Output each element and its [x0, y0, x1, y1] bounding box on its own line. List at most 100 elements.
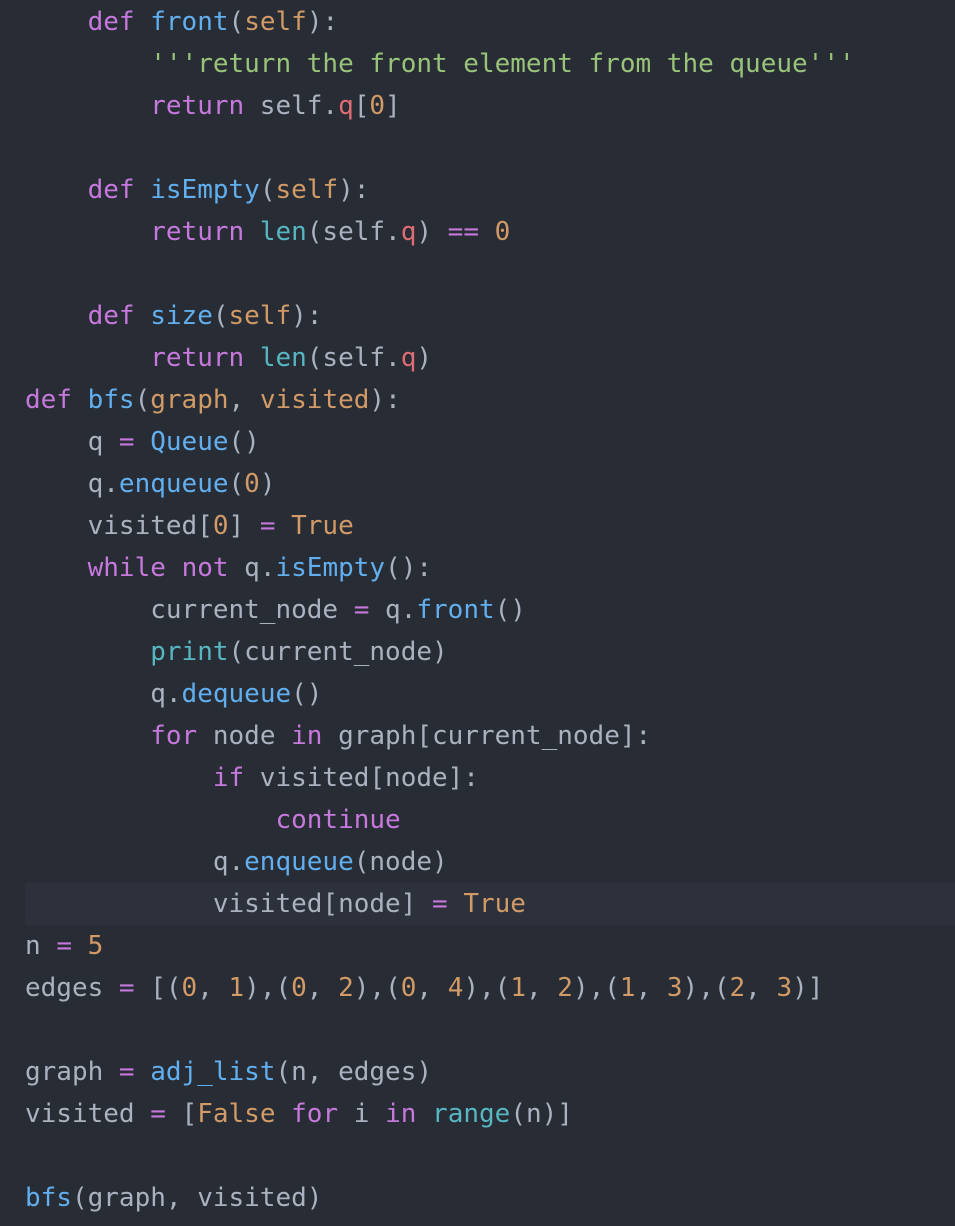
code-line[interactable]: return self.q[0] — [0, 85, 955, 127]
token-plain: i — [338, 1099, 386, 1129]
code-editor[interactable]: def front(self): '''return the front ele… — [0, 0, 955, 1226]
token-keyword: def — [25, 385, 72, 415]
code-line[interactable]: '''return the front element from the que… — [0, 43, 955, 85]
token-plain: [( — [134, 973, 182, 1003]
code-line[interactable]: q.dequeue() — [0, 673, 955, 715]
token-keyword: def — [87, 301, 135, 331]
token-keyword: continue — [275, 805, 401, 835]
token-function: Queue — [150, 427, 229, 457]
token-plain: (self. — [306, 217, 401, 247]
token-function: front — [150, 7, 229, 37]
token-plain: , — [306, 973, 339, 1003]
token-operator: = — [353, 595, 370, 625]
code-line[interactable]: n = 5 — [0, 925, 955, 967]
token-plain: [ — [165, 1099, 198, 1129]
token-operator: = — [56, 931, 72, 961]
code-line[interactable]: if visited[node]: — [0, 757, 955, 799]
code-line[interactable]: def front(self): — [0, 1, 955, 43]
token-plain: , — [197, 973, 229, 1003]
token-function: adj_list — [150, 1057, 276, 1087]
token-plain: ( — [228, 7, 245, 37]
token-number: 0 — [244, 469, 260, 499]
code-line[interactable]: while not q.isEmpty(): — [0, 547, 955, 589]
token-keyword: while — [87, 553, 166, 583]
token-plain: ),( — [244, 973, 292, 1003]
token-keyword: def — [87, 7, 135, 37]
code-line[interactable] — [0, 253, 955, 295]
token-plain: ): — [291, 301, 323, 331]
token-plain: visited — [25, 1099, 151, 1129]
code-line[interactable]: continue — [0, 799, 955, 841]
token-parameter: graph — [150, 385, 229, 415]
token-number: 2 — [557, 973, 573, 1003]
code-line-active[interactable]: visited[node] = True — [25, 883, 955, 925]
token-keyword: if — [212, 763, 245, 793]
token-plain: , — [745, 973, 777, 1003]
token-plain: (n)] — [510, 1099, 573, 1129]
token-operator: = — [118, 427, 135, 457]
code-line[interactable] — [0, 1009, 955, 1051]
code-line[interactable]: print(current_node) — [0, 631, 955, 673]
code-line[interactable]: visited[0] = True — [0, 505, 955, 547]
code-line[interactable] — [0, 127, 955, 169]
token-plain: , — [416, 973, 448, 1003]
token-number: 3 — [666, 973, 683, 1003]
code-line[interactable]: def isEmpty(self): — [0, 169, 955, 211]
token-plain: (node) — [353, 847, 448, 877]
code-line-list[interactable]: def front(self): '''return the front ele… — [0, 0, 955, 1219]
token-function: bfs — [25, 1183, 72, 1213]
code-line[interactable]: visited = [False for i in range(n)] — [0, 1093, 955, 1135]
code-line[interactable]: q = Queue() — [0, 421, 955, 463]
token-plain: () — [291, 679, 323, 709]
token-plain: () — [228, 427, 260, 457]
token-operator: = — [432, 889, 448, 919]
code-line[interactable]: bfs(graph, visited) — [0, 1177, 955, 1219]
token-keyword: for — [291, 1099, 339, 1129]
code-line[interactable]: graph = adj_list(n, edges) — [0, 1051, 955, 1093]
token-plain: ),( — [463, 973, 511, 1003]
token-constant: False — [197, 1099, 276, 1129]
code-line[interactable]: return len(self.q) == 0 — [0, 211, 955, 253]
code-line[interactable]: return len(self.q) — [0, 337, 955, 379]
token-plain: (self. — [306, 343, 401, 373]
token-function: isEmpty — [275, 553, 386, 583]
token-attribute: q — [338, 91, 354, 121]
token-number: 2 — [338, 973, 354, 1003]
token-plain: edges — [25, 973, 119, 1003]
token-plain: ( — [259, 175, 276, 205]
token-plain: ),( — [353, 973, 401, 1003]
code-line[interactable]: q.enqueue(0) — [0, 463, 955, 505]
token-function: enqueue — [118, 469, 229, 499]
token-operator: == — [447, 217, 479, 247]
token-keyword: for — [150, 721, 198, 751]
token-number: 1 — [510, 973, 526, 1003]
token-function: bfs — [87, 385, 135, 415]
token-plain: q. — [25, 679, 182, 709]
code-line[interactable]: current_node = q.front() — [0, 589, 955, 631]
token-function: isEmpty — [150, 175, 260, 205]
token-plain: (): — [385, 553, 433, 583]
code-line[interactable]: for node in graph[current_node]: — [0, 715, 955, 757]
token-function: dequeue — [181, 679, 292, 709]
token-plain: ),( — [682, 973, 730, 1003]
code-line[interactable]: q.enqueue(node) — [0, 841, 955, 883]
token-number: 3 — [776, 973, 793, 1003]
token-number: 0 — [291, 973, 307, 1003]
code-line[interactable] — [0, 1135, 955, 1177]
code-line[interactable]: def size(self): — [0, 295, 955, 337]
token-keyword: def — [87, 175, 135, 205]
token-builtin: len — [259, 343, 307, 373]
code-line[interactable]: edges = [(0, 1),(0, 2),(0, 4),(1, 2),(1,… — [0, 967, 955, 1009]
token-plain: q. — [25, 469, 119, 499]
token-number: 0 — [181, 973, 198, 1003]
code-line[interactable]: def bfs(graph, visited): — [0, 379, 955, 421]
